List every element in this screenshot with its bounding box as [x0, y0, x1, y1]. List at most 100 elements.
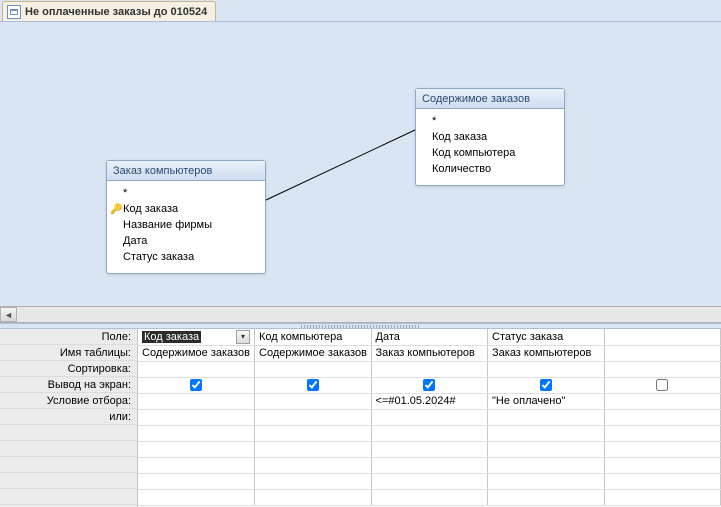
scroll-left-icon[interactable]: ◄ [0, 307, 17, 322]
cell-table[interactable]: Заказ компьютеров [371, 345, 488, 361]
field-asterisk[interactable]: * [418, 113, 562, 129]
table-box-left[interactable]: Заказ компьютеров * 🔑 Код заказа Названи… [106, 160, 266, 274]
label-criteria: Условие отбора: [0, 393, 137, 409]
table-box-right[interactable]: Содержимое заказов * Код заказа Код комп… [415, 88, 565, 186]
cell-blank[interactable] [255, 489, 372, 505]
cell-value: Статус заказа [492, 331, 563, 343]
cell-field[interactable] [604, 329, 721, 345]
cell-value: Код заказа [142, 331, 201, 343]
cell-blank[interactable] [138, 457, 255, 473]
field-row[interactable]: Дата [109, 233, 263, 249]
label-show: Вывод на экран: [0, 377, 137, 393]
cell-blank[interactable] [488, 441, 605, 457]
cell-blank[interactable] [255, 425, 372, 441]
cell-blank[interactable] [255, 457, 372, 473]
cell-blank[interactable] [371, 457, 488, 473]
label-blank [0, 489, 137, 505]
cell-blank[interactable] [604, 425, 721, 441]
table-box-body: * 🔑 Код заказа Название фирмы Дата Стату… [107, 181, 265, 273]
cell-or[interactable] [138, 409, 255, 425]
pane-splitter[interactable] [0, 323, 721, 329]
cell-or[interactable] [255, 409, 372, 425]
cell-blank[interactable] [488, 425, 605, 441]
cell-blank[interactable] [371, 473, 488, 489]
cell-show[interactable] [604, 377, 721, 393]
cell-show[interactable] [488, 377, 605, 393]
show-checkbox[interactable] [190, 379, 202, 391]
show-checkbox[interactable] [307, 379, 319, 391]
cell-table[interactable]: Содержимое заказов [255, 345, 372, 361]
cell-blank[interactable] [138, 425, 255, 441]
cell-sort[interactable] [371, 361, 488, 377]
cell-show[interactable] [138, 377, 255, 393]
row-labels: Поле: Имя таблицы: Сортировка: Вывод на … [0, 329, 138, 507]
field-row[interactable]: 🔑 Код заказа [109, 201, 263, 217]
cell-blank[interactable] [138, 489, 255, 505]
cell-blank[interactable] [488, 473, 605, 489]
query-icon [7, 5, 21, 19]
field-row[interactable]: Код заказа [418, 129, 562, 145]
show-checkbox[interactable] [540, 379, 552, 391]
cell-sort[interactable] [488, 361, 605, 377]
cell-blank[interactable] [604, 457, 721, 473]
query-tab[interactable]: Не оплаченные заказы до 010524 [2, 1, 216, 21]
cell-blank[interactable] [371, 425, 488, 441]
tab-title: Не оплаченные заказы до 010524 [25, 6, 207, 18]
cell-blank[interactable] [138, 473, 255, 489]
cell-show[interactable] [255, 377, 372, 393]
table-box-body: * Код заказа Код компьютера Количество [416, 109, 564, 185]
tab-bar: Не оплаченные заказы до 010524 [0, 0, 721, 22]
scroll-track[interactable] [17, 307, 721, 322]
cell-blank[interactable] [371, 441, 488, 457]
cell-value: Содержимое заказов [142, 347, 250, 359]
cell-blank[interactable] [255, 441, 372, 457]
cell-table[interactable]: Содержимое заказов [138, 345, 255, 361]
cell-table[interactable]: Заказ компьютеров [488, 345, 605, 361]
field-asterisk[interactable]: * [109, 185, 263, 201]
cell-criteria[interactable]: "Не оплачено" [488, 393, 605, 409]
cell-sort[interactable] [604, 361, 721, 377]
cell-blank[interactable] [488, 489, 605, 505]
cell-sort[interactable] [255, 361, 372, 377]
cell-value: Содержимое заказов [259, 347, 367, 359]
cell-field[interactable]: Статус заказа [488, 329, 605, 345]
show-checkbox[interactable] [423, 379, 435, 391]
cell-value: <=#01.05.2024# [376, 395, 456, 407]
cell-blank[interactable] [604, 441, 721, 457]
diagram-area[interactable]: Заказ компьютеров * 🔑 Код заказа Названи… [0, 22, 721, 306]
show-checkbox[interactable] [656, 379, 668, 391]
cell-criteria[interactable] [604, 393, 721, 409]
cell-blank[interactable] [488, 457, 605, 473]
cell-or[interactable] [488, 409, 605, 425]
table-box-header[interactable]: Содержимое заказов [416, 89, 564, 109]
cell-blank[interactable] [371, 489, 488, 505]
cell-value: Код компьютера [259, 331, 342, 343]
cell-field[interactable]: Код компьютера [255, 329, 372, 345]
cell-blank[interactable] [138, 441, 255, 457]
cell-criteria[interactable] [138, 393, 255, 409]
label-field: Поле: [0, 329, 137, 345]
cell-blank[interactable] [255, 473, 372, 489]
field-row[interactable]: Количество [418, 161, 562, 177]
cell-criteria[interactable] [255, 393, 372, 409]
field-row[interactable]: Код компьютера [418, 145, 562, 161]
cell-field[interactable]: Код заказа ▾ [138, 329, 255, 345]
cell-blank[interactable] [604, 489, 721, 505]
cell-show[interactable] [371, 377, 488, 393]
cell-field[interactable]: Дата [371, 329, 488, 345]
cell-value: Заказ компьютеров [376, 347, 475, 359]
label-table: Имя таблицы: [0, 345, 137, 361]
chevron-down-icon[interactable]: ▾ [236, 330, 250, 344]
table-box-header[interactable]: Заказ компьютеров [107, 161, 265, 181]
cell-criteria[interactable]: <=#01.05.2024# [371, 393, 488, 409]
cell-sort[interactable] [138, 361, 255, 377]
cell-or[interactable] [371, 409, 488, 425]
key-icon: 🔑 [110, 204, 122, 215]
cell-or[interactable] [604, 409, 721, 425]
field-row[interactable]: Название фирмы [109, 217, 263, 233]
field-row[interactable]: Статус заказа [109, 249, 263, 265]
diagram-scrollbar[interactable]: ◄ [0, 306, 721, 323]
cell-blank[interactable] [604, 473, 721, 489]
cell-table[interactable] [604, 345, 721, 361]
cell-value: Дата [376, 331, 400, 343]
